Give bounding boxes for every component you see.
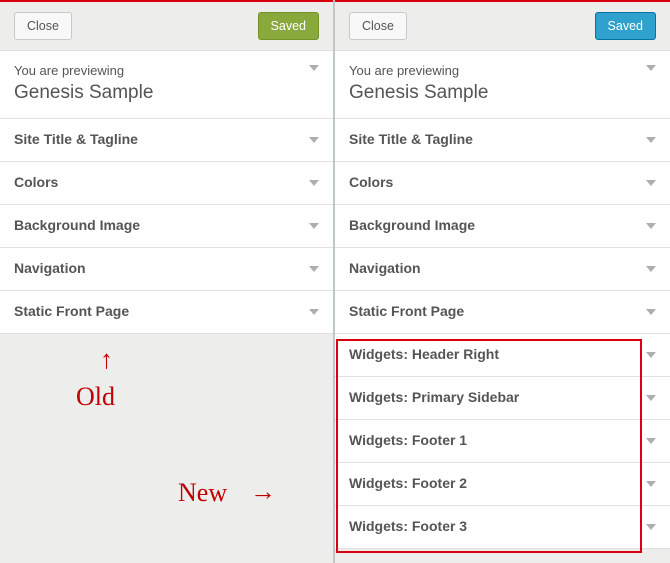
panel-static-front-page[interactable]: Static Front Page	[0, 290, 333, 334]
preview-title: Genesis Sample	[349, 82, 656, 104]
chevron-down-icon	[646, 309, 656, 315]
panel-label: Background Image	[349, 217, 475, 233]
chevron-down-icon	[646, 180, 656, 186]
customizer-pane-old: Close Saved You are previewing Genesis S…	[0, 0, 335, 563]
panel-label: Widgets: Footer 3	[349, 518, 467, 534]
panel-label: Static Front Page	[14, 303, 129, 319]
panel-widgets-footer-3[interactable]: Widgets: Footer 3	[335, 505, 670, 549]
panel-background-image[interactable]: Background Image	[0, 204, 333, 248]
chevron-down-icon	[646, 438, 656, 444]
header-bar: Close Saved	[335, 2, 670, 50]
close-button[interactable]: Close	[349, 12, 407, 40]
panel-site-title[interactable]: Site Title & Tagline	[335, 118, 670, 162]
chevron-down-icon	[309, 65, 319, 71]
chevron-down-icon	[309, 266, 319, 272]
saved-button[interactable]: Saved	[258, 12, 319, 40]
panel-label: Colors	[349, 174, 393, 190]
chevron-down-icon	[646, 481, 656, 487]
panel-label: Widgets: Footer 1	[349, 432, 467, 448]
saved-button[interactable]: Saved	[595, 12, 656, 40]
panel-colors[interactable]: Colors	[0, 161, 333, 205]
panel-widgets-footer-1[interactable]: Widgets: Footer 1	[335, 419, 670, 463]
preview-label: You are previewing	[14, 63, 319, 78]
panel-colors[interactable]: Colors	[335, 161, 670, 205]
chevron-down-icon	[646, 524, 656, 530]
chevron-down-icon	[309, 223, 319, 229]
close-button[interactable]: Close	[14, 12, 72, 40]
panel-site-title[interactable]: Site Title & Tagline	[0, 118, 333, 162]
chevron-down-icon	[646, 352, 656, 358]
chevron-down-icon	[309, 309, 319, 315]
header-bar: Close Saved	[0, 2, 333, 50]
chevron-down-icon	[309, 180, 319, 186]
chevron-down-icon	[646, 223, 656, 229]
chevron-down-icon	[646, 137, 656, 143]
panel-label: Colors	[14, 174, 58, 190]
panel-widgets-header-right[interactable]: Widgets: Header Right	[335, 333, 670, 377]
panel-widgets-footer-2[interactable]: Widgets: Footer 2	[335, 462, 670, 506]
panel-label: Navigation	[349, 260, 421, 276]
preview-title: Genesis Sample	[14, 82, 319, 104]
preview-label: You are previewing	[349, 63, 656, 78]
panel-label: Widgets: Footer 2	[349, 475, 467, 491]
chevron-down-icon	[646, 65, 656, 71]
panel-label: Widgets: Header Right	[349, 346, 499, 362]
panel-label: Site Title & Tagline	[349, 131, 473, 147]
panel-navigation[interactable]: Navigation	[335, 247, 670, 291]
chevron-down-icon	[646, 395, 656, 401]
chevron-down-icon	[309, 137, 319, 143]
panel-navigation[interactable]: Navigation	[0, 247, 333, 291]
preview-header[interactable]: You are previewing Genesis Sample	[0, 50, 333, 119]
panel-list: You are previewing Genesis Sample Site T…	[0, 50, 333, 334]
panel-list: You are previewing Genesis Sample Site T…	[335, 50, 670, 549]
chevron-down-icon	[646, 266, 656, 272]
panel-label: Static Front Page	[349, 303, 464, 319]
panel-background-image[interactable]: Background Image	[335, 204, 670, 248]
panel-label: Site Title & Tagline	[14, 131, 138, 147]
customizer-pane-new: Close Saved You are previewing Genesis S…	[335, 0, 670, 563]
panel-widgets-primary-sidebar[interactable]: Widgets: Primary Sidebar	[335, 376, 670, 420]
panel-label: Widgets: Primary Sidebar	[349, 389, 519, 405]
panel-label: Background Image	[14, 217, 140, 233]
panel-label: Navigation	[14, 260, 86, 276]
preview-header[interactable]: You are previewing Genesis Sample	[335, 50, 670, 119]
panel-static-front-page[interactable]: Static Front Page	[335, 290, 670, 334]
